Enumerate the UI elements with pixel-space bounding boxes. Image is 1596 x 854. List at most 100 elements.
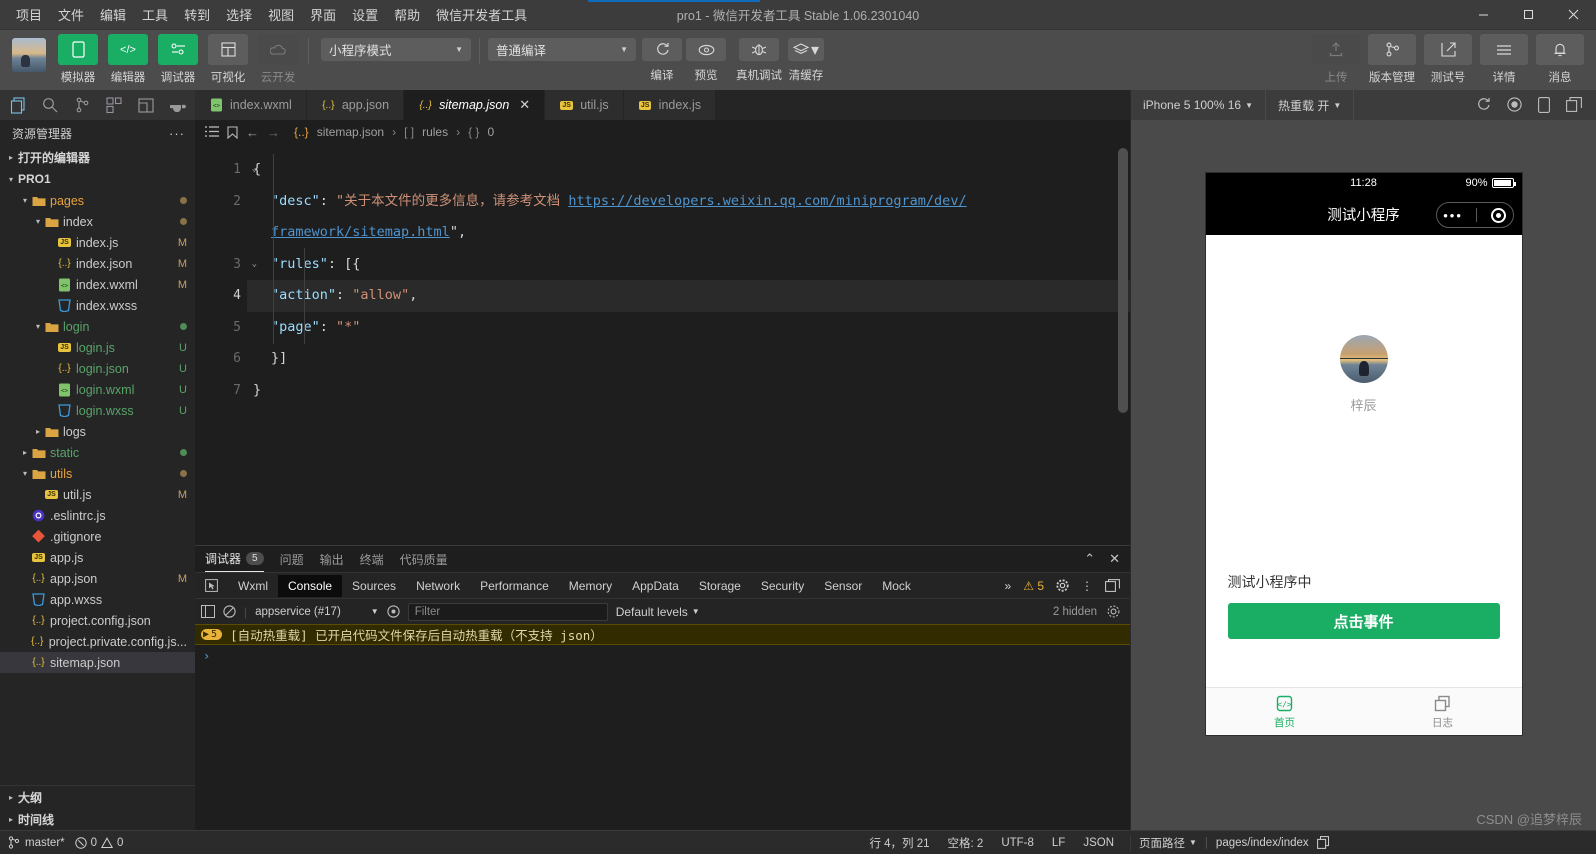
device-frame-icon[interactable] <box>1538 97 1550 113</box>
tree-item-pages[interactable]: ▾ pages <box>0 190 195 211</box>
search-icon[interactable] <box>36 92 64 118</box>
breadcrumb-node-index[interactable]: 0 <box>487 125 494 139</box>
real-device-debug-button[interactable] <box>739 38 779 61</box>
chevron-down-icon[interactable]: ▾ <box>32 322 44 331</box>
editor-tab-sitemap-json[interactable]: {..} sitemap.json ✕ <box>404 90 546 120</box>
panel-tab-0[interactable]: 调试器 5 <box>205 546 264 572</box>
breadcrumb-node-rules[interactable]: rules <box>422 125 448 139</box>
console-filter-input[interactable]: Filter <box>407 602 608 621</box>
tree-item-.gitignore[interactable]: .gitignore <box>0 526 195 547</box>
tree-item-logs[interactable]: ▸ logs <box>0 421 195 442</box>
docker-icon[interactable] <box>164 92 192 118</box>
tree-item-utils[interactable]: ▾ utils <box>0 463 195 484</box>
back-arrow-icon[interactable]: ← <box>246 125 259 140</box>
timeline-section[interactable]: ▸ 时间线 <box>0 808 195 830</box>
source-control-icon[interactable] <box>68 92 96 118</box>
version-control-action[interactable]: 版本管理 <box>1368 34 1416 85</box>
hot-reload-select[interactable]: 热重载 开 ▼ <box>1266 90 1355 120</box>
editor-tab-index-wxml[interactable]: <> index.wxml <box>195 90 307 120</box>
tree-item-app.wxss[interactable]: app.wxss <box>0 589 195 610</box>
editor-tab-index-js[interactable]: JS index.js <box>623 90 717 120</box>
console-sidebar-toggle-icon[interactable] <box>201 605 215 618</box>
chevron-down-icon[interactable]: ▾ <box>19 469 31 478</box>
messages-action[interactable]: 消息 <box>1536 34 1584 85</box>
page-path-select[interactable]: 页面路径 ▼ <box>1139 835 1197 851</box>
maximize-button[interactable] <box>1506 0 1551 30</box>
mode-select[interactable]: 小程序模式 ▼ <box>321 38 471 61</box>
menu-item-help[interactable]: 帮助 <box>386 1 428 28</box>
test-account-action[interactable]: 测试号 <box>1424 34 1472 85</box>
forward-arrow-icon[interactable]: → <box>267 125 280 140</box>
menu-item-project[interactable]: 项目 <box>8 1 50 28</box>
devtools-tab-bar[interactable]: Wxml Console Sources Network Performance Memo… <box>195 572 1130 598</box>
chevron-right-icon[interactable]: ▸ <box>32 427 44 436</box>
tree-item-project.config.json[interactable]: {..} project.config.json <box>0 610 195 631</box>
close-button[interactable] <box>1551 0 1596 30</box>
devtools-tab-network[interactable]: Network <box>406 575 470 597</box>
chevron-down-icon[interactable]: ▾ <box>32 217 44 226</box>
status-indentation[interactable]: 空格: 2 <box>948 835 984 851</box>
console-levels-select[interactable]: Default levels ▼ <box>616 605 700 619</box>
tree-item-login.wxml[interactable]: <> login.wxml U <box>0 379 195 400</box>
chevron-down-icon[interactable]: ▾ <box>19 196 31 205</box>
menu-item-goto[interactable]: 转到 <box>176 1 218 28</box>
devtools-tab-memory[interactable]: Memory <box>559 575 622 597</box>
tree-item-app.json[interactable]: {..} app.json M <box>0 568 195 589</box>
console-prompt[interactable]: › <box>195 645 1130 667</box>
bookmark-icon[interactable] <box>227 125 238 139</box>
tree-item-login.wxss[interactable]: login.wxss U <box>0 400 195 421</box>
console-log-row[interactable]: ▶ 5 [自动热重载] 已开启代码文件保存后自动热重载（不支持 json） <box>195 624 1130 645</box>
menu-item-edit[interactable]: 编辑 <box>92 1 134 28</box>
tree-item-sitemap.json[interactable]: {..} sitemap.json <box>0 652 195 673</box>
panel-tab-4[interactable]: 代码质量 <box>400 547 448 572</box>
devtools-warning-count[interactable]: ⚠ 5 <box>1023 579 1044 593</box>
status-language[interactable]: JSON <box>1083 837 1114 849</box>
menu-item-view[interactable]: 视图 <box>260 1 302 28</box>
project-section[interactable]: ▾ PRO1 <box>0 168 195 190</box>
code-content[interactable]: { "desc": "关于本文件的更多信息，请参考文档 https://deve… <box>247 144 1130 545</box>
console-eye-icon[interactable] <box>387 605 400 618</box>
tree-item-app.js[interactable]: JS app.js <box>0 547 195 568</box>
code-editor[interactable]: 1 ⌄ 2 3 ⌄ 4 5 6 7 { "desc": "关于本文件的更多信息，请参考文档 ht… <box>195 144 1130 545</box>
tabbar-item-logs[interactable]: 日志 <box>1364 688 1522 735</box>
status-cursor-position[interactable]: 行 4，列 21 <box>869 835 929 851</box>
console-settings-icon[interactable] <box>1107 605 1120 618</box>
toolbar-cloud-button[interactable]: 云开发 <box>256 34 300 85</box>
menu-item-interface[interactable]: 界面 <box>302 1 344 28</box>
editor-tab-util-js[interactable]: JS util.js <box>545 90 624 120</box>
tree-item-index.wxss[interactable]: index.wxss <box>0 295 195 316</box>
collapse-panel-icon[interactable]: ⌃ <box>1084 551 1095 567</box>
panel-tab-1[interactable]: 问题 <box>280 547 304 572</box>
list-icon[interactable] <box>205 126 219 138</box>
tree-item-login[interactable]: ▾ login <box>0 316 195 337</box>
toolbar-visual-button[interactable]: 可视化 <box>206 34 250 85</box>
copy-icon[interactable] <box>1316 836 1329 849</box>
click-event-button[interactable]: 点击事件 <box>1227 603 1500 639</box>
tree-item-index.json[interactable]: {..} index.json M <box>0 253 195 274</box>
status-branch[interactable]: master* <box>8 836 65 849</box>
toolbar-editor-button[interactable]: </> 编辑器 <box>106 34 150 85</box>
editor-tabs[interactable]: <> index.wxml {..} app.json {..} sitemap.json… <box>195 90 1130 120</box>
tree-item-static[interactable]: ▸ static <box>0 442 195 463</box>
wechat-capsule[interactable]: ••• <box>1435 202 1514 228</box>
devtools-tab-security[interactable]: Security <box>751 575 814 597</box>
tabbar-item-home[interactable]: </> 首页 <box>1206 688 1364 735</box>
toolbar-debugger-button[interactable]: 调试器 <box>156 34 200 85</box>
editor-tab-app-json[interactable]: {..} app.json <box>306 90 405 120</box>
status-encoding[interactable]: UTF-8 <box>1001 837 1034 849</box>
devtools-settings-icon[interactable] <box>1056 579 1069 592</box>
tree-item-login.js[interactable]: JS login.js U <box>0 337 195 358</box>
close-panel-icon[interactable]: ✕ <box>1109 551 1120 567</box>
console-output[interactable]: ▶ 5 [自动热重载] 已开启代码文件保存后自动热重载（不支持 json） › <box>195 624 1130 830</box>
menu-item-file[interactable]: 文件 <box>50 1 92 28</box>
outline-section[interactable]: ▸ 大纲 <box>0 786 195 808</box>
extensions-icon[interactable] <box>100 92 128 118</box>
device-select[interactable]: iPhone 5 100% 16 ▼ <box>1131 90 1267 120</box>
breadcrumb-file[interactable]: sitemap.json <box>317 125 384 139</box>
tree-item-index[interactable]: ▾ index <box>0 211 195 232</box>
record-icon[interactable] <box>1507 97 1522 113</box>
file-tree[interactable]: ▾ pages ▾ index JS index.js M {..} index.json M <>… <box>0 190 195 785</box>
devtools-tab-performance[interactable]: Performance <box>470 575 559 597</box>
devtools-tab-console[interactable]: Console <box>278 574 343 597</box>
close-target-icon[interactable] <box>1490 207 1506 223</box>
